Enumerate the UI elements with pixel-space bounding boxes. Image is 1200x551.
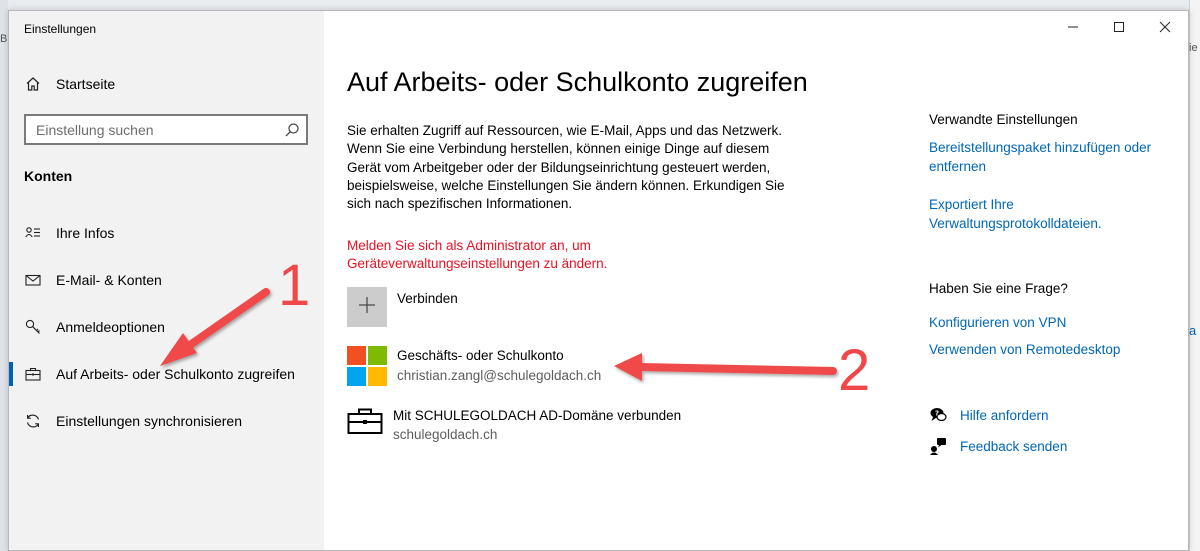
background-window-fragment: ie xyxy=(1189,42,1198,54)
sync-icon xyxy=(24,412,42,430)
page-description: Sie erhalten Zugriff auf Ressourcen, wie… xyxy=(347,123,785,212)
help-chat-icon: ? xyxy=(929,406,947,424)
search-icon[interactable] xyxy=(284,122,300,138)
sidebar-home-label: Startseite xyxy=(56,76,116,92)
search-box[interactable] xyxy=(24,114,308,145)
sidebar-item-label: Ihre Infos xyxy=(56,225,115,241)
feedback-label: Feedback senden xyxy=(960,438,1068,454)
home-icon xyxy=(24,75,42,93)
link-export-logs[interactable]: Exportiert Ihre Verwaltungsprotokolldate… xyxy=(929,196,1144,233)
admin-warning: Melden Sie sich als Administrator an, um… xyxy=(347,238,608,272)
briefcase-icon xyxy=(24,365,42,383)
maximize-button[interactable] xyxy=(1096,11,1142,43)
related-settings-heading: Verwandte Einstellungen xyxy=(929,112,1078,127)
question-heading: Haben Sie eine Frage? xyxy=(929,281,1068,296)
sidebar-item-ihre-infos[interactable]: Ihre Infos xyxy=(9,213,324,253)
sidebar-item-label: Anmeldeoptionen xyxy=(56,319,165,335)
connect-button[interactable] xyxy=(347,287,387,327)
svg-text:?: ? xyxy=(935,410,939,418)
sidebar-item-arbeits-schulkonto[interactable]: Auf Arbeits- oder Schulkonto zugreifen xyxy=(9,354,324,394)
window-title: Einstellungen xyxy=(24,22,97,36)
sidebar-home[interactable]: Startseite xyxy=(9,64,324,104)
microsoft-logo-icon xyxy=(347,346,387,386)
sidebar-item-anmeldeoptionen[interactable]: Anmeldeoptionen xyxy=(9,307,324,347)
key-icon xyxy=(24,318,42,336)
feedback-link[interactable]: Feedback senden xyxy=(929,435,1067,457)
sidebar-item-email-konten[interactable]: E-Mail- & Konten xyxy=(9,260,324,300)
background-desktop-left xyxy=(0,0,8,551)
close-button[interactable] xyxy=(1142,11,1188,43)
domain-account-title[interactable]: Mit SCHULEGOLDACH AD-Domäne verbunden xyxy=(393,407,681,425)
sidebar-item-synchronisieren[interactable]: Einstellungen synchronisieren xyxy=(9,401,324,441)
page-title: Auf Arbeits- oder Schulkonto zugreifen xyxy=(347,67,808,97)
briefcase-icon xyxy=(347,406,387,446)
help-link[interactable]: ? Hilfe anfordern xyxy=(929,404,1049,426)
connect-label[interactable]: Verbinden xyxy=(397,290,458,308)
background-window-fragment: a xyxy=(1189,323,1197,338)
plus-icon xyxy=(358,296,376,319)
background-desktop-right xyxy=(1189,0,1200,551)
sidebar-item-label: Auf Arbeits- oder Schulkonto zugreifen xyxy=(56,366,295,382)
sidebar-item-label: E-Mail- & Konten xyxy=(56,272,162,288)
settings-window: Einstellungen Startseite Konten Ihre Inf… xyxy=(8,10,1189,551)
minimize-button[interactable] xyxy=(1050,11,1096,43)
help-label: Hilfe anfordern xyxy=(960,407,1049,423)
feedback-icon xyxy=(929,437,947,455)
search-input[interactable] xyxy=(26,121,271,138)
contact-card-icon xyxy=(24,224,42,242)
link-provisioning-package[interactable]: Bereitstellungspaket hinzufügen oder ent… xyxy=(929,139,1169,176)
sidebar: Einstellungen Startseite Konten Ihre Inf… xyxy=(9,11,324,550)
section-heading-konten: Konten xyxy=(24,168,73,184)
sidebar-item-label: Einstellungen synchronisieren xyxy=(56,413,242,429)
mail-icon xyxy=(24,271,42,289)
link-vpn[interactable]: Konfigurieren von VPN xyxy=(929,314,1066,333)
background-window-fragment: B xyxy=(0,33,8,45)
domain-account-subtitle: schulegoldach.ch xyxy=(393,427,498,442)
work-account-title[interactable]: Geschäfts- oder Schulkonto xyxy=(397,347,564,365)
work-account-email: christian.zangl@schulegoldach.ch xyxy=(397,368,602,383)
link-remote-desktop[interactable]: Verwenden von Remotedesktop xyxy=(929,341,1120,360)
